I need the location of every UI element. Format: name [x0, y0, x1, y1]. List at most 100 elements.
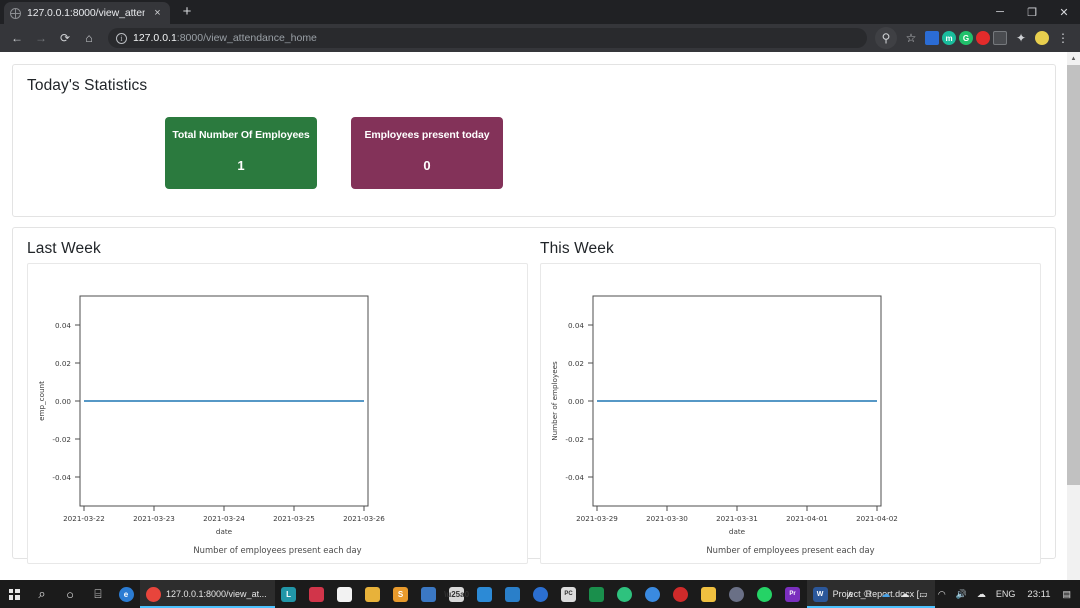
- cortana-glyph: ○: [66, 586, 74, 602]
- taskbar-item-firefox-dev[interactable]: [303, 580, 331, 608]
- taskbar-item-notes[interactable]: [695, 580, 723, 608]
- taskbar-item-excel[interactable]: [583, 580, 611, 608]
- start-button[interactable]: [0, 580, 28, 608]
- ytick-0: 0.04: [568, 321, 584, 330]
- task-view-icon[interactable]: ⌸: [84, 580, 112, 608]
- xtick-1: 2021-03-23: [133, 514, 175, 523]
- discord-icon: [729, 586, 745, 602]
- taskbar-item-zoom[interactable]: [639, 580, 667, 608]
- menu-icon[interactable]: ⋮: [1052, 27, 1074, 49]
- language-indicator[interactable]: ENG: [991, 580, 1021, 608]
- taskbar-item-discord[interactable]: [723, 580, 751, 608]
- browser-tab[interactable]: 127.0.0.1:8000/view_attendance_ ×: [4, 2, 170, 24]
- x-axis-label: date: [216, 527, 233, 536]
- last-week-xlabel-svg: date: [216, 527, 233, 536]
- todays-statistics-panel: Today's Statistics Total Number Of Emplo…: [12, 64, 1056, 217]
- page-content: Today's Statistics Total Number Of Emplo…: [0, 52, 1068, 564]
- window-controls: ─ ❐ ✕: [984, 0, 1080, 24]
- tray-onedrive-white-icon[interactable]: ☁: [895, 580, 914, 608]
- xtick-1: 2021-03-30: [646, 514, 688, 523]
- taskbar-item-sublime[interactable]: S: [387, 580, 415, 608]
- maximize-button[interactable]: ❐: [1016, 0, 1048, 24]
- close-window-button[interactable]: ✕: [1048, 0, 1080, 24]
- home-icon[interactable]: ⌂: [78, 27, 100, 49]
- present-today-card[interactable]: Employees present today 0: [351, 117, 503, 189]
- x-axis-label: date: [729, 527, 746, 536]
- total-employees-label: Total Number Of Employees: [172, 129, 310, 141]
- taskbar-item-lightshot[interactable]: L: [275, 580, 303, 608]
- taskbar-item-keepass[interactable]: \u25a0: [443, 580, 471, 608]
- puzzle-icon[interactable]: ✦: [1010, 27, 1032, 49]
- taskbar-item-record[interactable]: [667, 580, 695, 608]
- minimize-button[interactable]: ─: [984, 0, 1016, 24]
- taskbar-item-store[interactable]: [415, 580, 443, 608]
- this-week-column: This Week 0.04 0.02 0.00 -0.02 -0.04 202…: [540, 240, 1041, 564]
- total-employees-value: 1: [237, 158, 245, 173]
- tab-title: 127.0.0.1:8000/view_attendance_: [27, 7, 145, 19]
- magnifier-glyph: ⌕: [38, 586, 46, 601]
- ytick-2: 0.00: [55, 397, 71, 406]
- extension-grey-icon[interactable]: [993, 31, 1007, 45]
- xtick-3: 2021-04-01: [786, 514, 828, 523]
- site-info-icon[interactable]: i: [116, 32, 127, 44]
- taskbar-item-edge[interactable]: e: [112, 580, 140, 608]
- action-center-icon[interactable]: ▤: [1057, 580, 1076, 608]
- task-view-glyph: ⌸: [94, 586, 102, 601]
- taskbar-item-vscode-insiders[interactable]: [499, 580, 527, 608]
- windows-logo-icon: [8, 588, 20, 600]
- taskbar-item-whatsapp[interactable]: [751, 580, 779, 608]
- taskbar-item-vscode[interactable]: [471, 580, 499, 608]
- taskbar-window-label: 127.0.0.1:8000/view_at...: [166, 589, 267, 599]
- last-week-chart-box[interactable]: 0.04 0.02 0.00 -0.02 -0.04 2021-03-22 20…: [27, 263, 528, 564]
- extension-green-g-icon[interactable]: G: [959, 31, 973, 45]
- ytick-3: -0.02: [52, 435, 71, 444]
- tray-onedrive-blue-icon[interactable]: ☁: [876, 580, 895, 608]
- tray-battery-icon[interactable]: ▭: [914, 580, 933, 608]
- tray-device-icon[interactable]: ⎔: [858, 580, 876, 608]
- tray-cloud-icon[interactable]: ☁: [972, 580, 991, 608]
- clock[interactable]: 23:11: [1020, 580, 1057, 608]
- taskbar-item-opera[interactable]: [611, 580, 639, 608]
- xtick-2: 2021-03-31: [716, 514, 758, 523]
- cortana-icon[interactable]: ○: [56, 580, 84, 608]
- reload-icon[interactable]: ⟳: [54, 27, 76, 49]
- taskbar-item-premiere[interactable]: Pr: [779, 580, 807, 608]
- xtick-2: 2021-03-24: [203, 514, 245, 523]
- taskbar-item-explorer[interactable]: [359, 580, 387, 608]
- new-tab-button[interactable]: +: [174, 2, 200, 24]
- zoom-out-icon[interactable]: ⚲: [875, 27, 897, 49]
- tray-wifi-icon[interactable]: ◠: [933, 580, 951, 608]
- address-bar[interactable]: i 127.0.0.1:8000/view_attendance_home: [108, 28, 867, 48]
- vertical-scrollbar[interactable]: ▲: [1067, 52, 1080, 580]
- taskbar-item-teams[interactable]: [527, 580, 555, 608]
- search-icon[interactable]: ⌕: [28, 580, 56, 608]
- tab-strip: 127.0.0.1:8000/view_attendance_ × + ─ ❐ …: [0, 0, 1080, 24]
- tray-chevron-icon[interactable]: ∧: [842, 580, 859, 608]
- scroll-up-arrow[interactable]: ▲: [1067, 52, 1080, 65]
- back-icon[interactable]: ←: [6, 27, 28, 49]
- taskbar-item-mail[interactable]: [331, 580, 359, 608]
- ytick-1: 0.02: [55, 359, 71, 368]
- edge-icon: e: [118, 586, 134, 602]
- ytick-1: 0.02: [568, 359, 584, 368]
- this-week-svg: 0.04 0.02 0.00 -0.02 -0.04 2021-03-29 20…: [550, 295, 898, 523]
- taskbar-item-pycharm[interactable]: PC: [555, 580, 583, 608]
- avatar[interactable]: [1035, 31, 1049, 45]
- ytick-3: -0.02: [565, 435, 584, 444]
- bookmark-star-icon[interactable]: ☆: [900, 27, 922, 49]
- present-today-label: Employees present today: [364, 129, 490, 141]
- this-week-chart-box[interactable]: 0.04 0.02 0.00 -0.02 -0.04 2021-03-29 20…: [540, 263, 1041, 564]
- tray-volume-icon[interactable]: 🔊: [951, 580, 972, 608]
- extension-red-icon[interactable]: [976, 31, 990, 45]
- opera-icon: [617, 586, 633, 602]
- extension-blue-icon[interactable]: [925, 31, 939, 45]
- close-icon[interactable]: ×: [151, 7, 164, 20]
- forward-icon[interactable]: →: [30, 27, 52, 49]
- this-week-xlabel-svg: date: [729, 527, 746, 536]
- taskbar-item-chrome-window[interactable]: 127.0.0.1:8000/view_at...: [140, 580, 275, 608]
- excel-icon: [589, 586, 605, 602]
- total-employees-card[interactable]: Total Number Of Employees 1: [165, 117, 317, 189]
- vscode-insiders-icon: [505, 586, 521, 602]
- extension-teal-m-icon[interactable]: m: [942, 31, 956, 45]
- scrollbar-thumb[interactable]: [1067, 65, 1080, 485]
